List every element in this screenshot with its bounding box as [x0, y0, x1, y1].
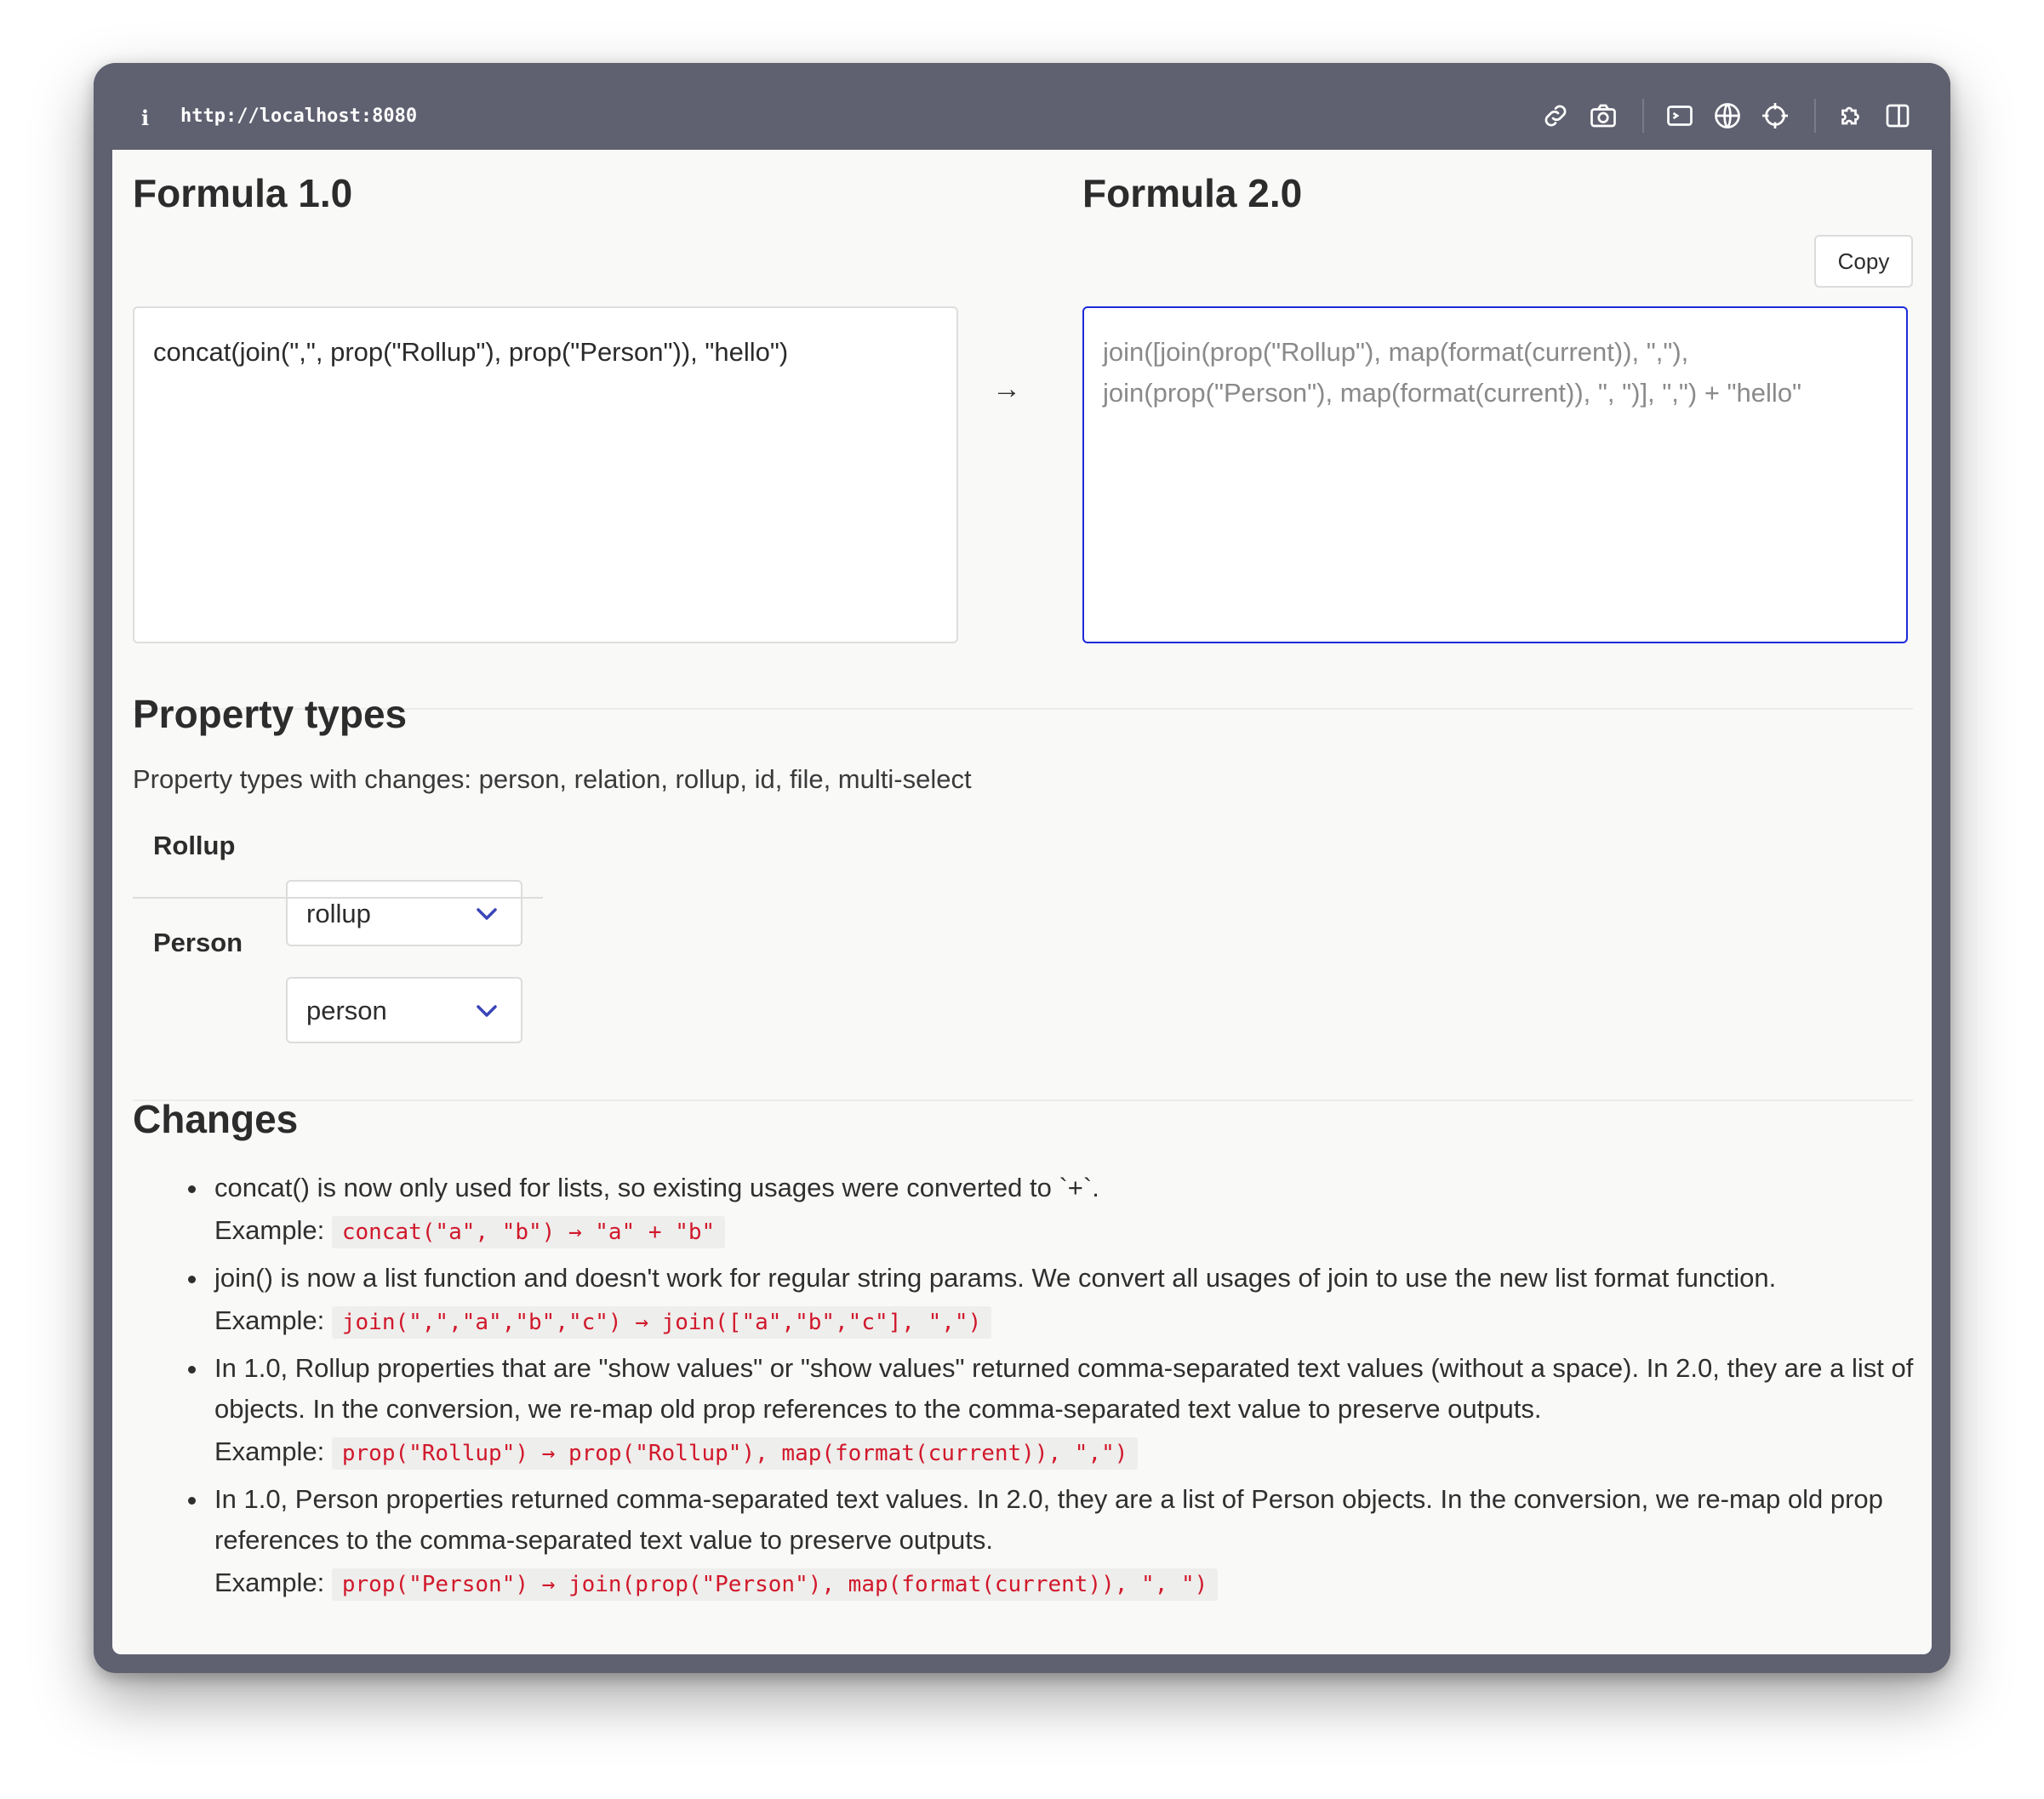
- formula1-title: Formula 1.0: [133, 171, 353, 215]
- example-code: concat("a", "b") → "a" + "b": [331, 1216, 726, 1248]
- rollup-type-select[interactable]: rollup: [286, 880, 522, 946]
- chevron-down-icon: [477, 1005, 497, 1017]
- camera-icon[interactable]: [1588, 100, 1619, 131]
- section-divider: [133, 1099, 1913, 1101]
- split-view-icon[interactable]: [1882, 100, 1913, 131]
- list-item: concat() is now only used for lists, so …: [209, 1168, 1932, 1253]
- url-bar[interactable]: http://localhost:8080: [180, 106, 417, 127]
- page-content: Formula 1.0 concat(join(",", prop("Rollu…: [112, 150, 1932, 1654]
- example-label: Example:: [214, 1436, 325, 1466]
- example-label: Example:: [214, 1568, 325, 1597]
- example-code: join(",","a","b","c") → join(["a","b","c…: [331, 1306, 992, 1339]
- property-types-title: Property types: [133, 692, 408, 736]
- changes-list: concat() is now only used for lists, so …: [172, 1168, 1932, 1610]
- copy-button[interactable]: Copy: [1814, 235, 1913, 288]
- crosshair-icon[interactable]: [1760, 100, 1790, 131]
- example-label: Example:: [214, 1305, 325, 1335]
- change-text: In 1.0, Rollup properties that are "show…: [214, 1353, 1914, 1424]
- link-icon[interactable]: [1540, 100, 1571, 131]
- select-value: person: [306, 996, 387, 1025]
- puzzle-icon[interactable]: [1836, 100, 1867, 131]
- list-item: In 1.0, Rollup properties that are "show…: [209, 1348, 1932, 1474]
- browser-toolbar: i http://localhost:8080: [94, 63, 1950, 150]
- row-divider: [133, 897, 543, 899]
- formula2-output[interactable]: join([join(prop("Rollup"), map(format(cu…: [1082, 306, 1908, 643]
- globe-icon[interactable]: [1712, 100, 1743, 131]
- info-icon[interactable]: i: [141, 106, 149, 130]
- chevron-down-icon: [477, 908, 497, 920]
- property-label-rollup: Rollup: [153, 831, 236, 860]
- change-text: concat() is now only used for lists, so …: [214, 1173, 1099, 1202]
- formula2-title: Formula 2.0: [1082, 171, 1303, 215]
- changes-title: Changes: [133, 1097, 299, 1141]
- formula1-input[interactable]: concat(join(",", prop("Rollup"), prop("P…: [133, 306, 958, 643]
- example-code: prop("Person") → join(prop("Person"), ma…: [331, 1568, 1219, 1601]
- list-item: join() is now a list function and doesn'…: [209, 1258, 1932, 1343]
- person-type-select[interactable]: person: [286, 977, 522, 1043]
- example-label: Example:: [214, 1215, 325, 1245]
- select-value: rollup: [306, 899, 371, 928]
- property-label-person: Person: [153, 928, 243, 957]
- change-text: join() is now a list function and doesn'…: [214, 1263, 1777, 1293]
- property-types-description: Property types with changes: person, rel…: [133, 764, 972, 794]
- browser-window: i http://localhost:8080 Formula 1.0 conc…: [94, 63, 1950, 1673]
- terminal-icon[interactable]: [1664, 100, 1695, 131]
- change-text: In 1.0, Person properties returned comma…: [214, 1484, 1883, 1555]
- example-code: prop("Rollup") → prop("Rollup"), map(for…: [331, 1437, 1139, 1470]
- arrow-right-icon: →: [992, 373, 1021, 405]
- list-item: In 1.0, Person properties returned comma…: [209, 1479, 1932, 1605]
